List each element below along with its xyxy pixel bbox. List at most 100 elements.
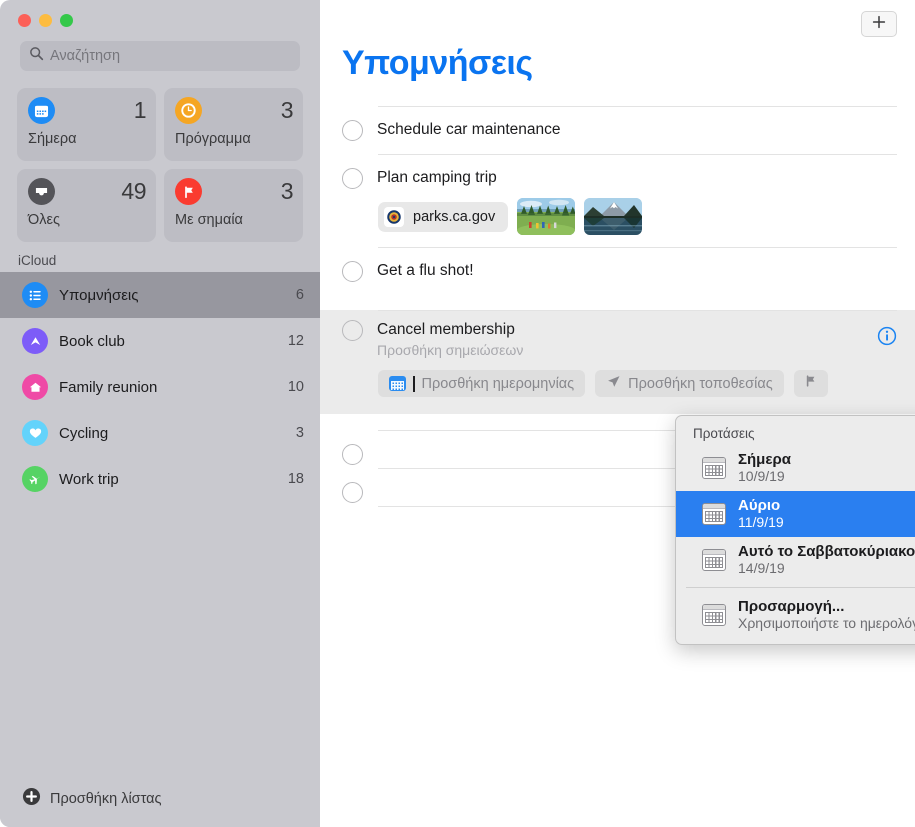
selected-reminder-row[interactable]: Cancel membership Προσθήκη σημειώσεων Πρ… xyxy=(320,310,915,414)
image-attachment-meadow[interactable] xyxy=(517,198,575,235)
date-suggestion-this-weekend[interactable]: Αυτό το Σαββατοκύριακο 14/9/19 xyxy=(676,537,915,583)
sidebar-item-label: Book club xyxy=(59,333,277,350)
detail-fields: Προσθήκη ημερομηνίας Προσθήκη τοποθεσίας xyxy=(378,370,828,397)
smart-lists-grid: 1 Σήμερα 3 Πρόγραμμα xyxy=(17,88,303,242)
section-header-icloud: iCloud xyxy=(0,242,320,272)
link-url: parks.ca.gov xyxy=(413,209,495,225)
add-location-placeholder: Προσθήκη τοποθεσίας xyxy=(628,376,773,392)
reminder-title: Plan camping trip xyxy=(377,167,497,188)
sidebar-item-family-reunion[interactable]: Family reunion 10 xyxy=(0,364,320,410)
window-controls xyxy=(0,0,320,34)
date-suggestion-tomorrow[interactable]: Αύριο 11/9/19 xyxy=(676,491,915,537)
divider xyxy=(686,587,915,588)
minimize-button[interactable] xyxy=(39,14,52,27)
custom-description: Χρησιμοποιήστε το ημερολόγι... xyxy=(738,615,915,632)
sidebar-item-label: Cycling xyxy=(59,425,285,442)
home-icon xyxy=(22,374,48,400)
page-title: Υπομνήσεις xyxy=(342,44,533,83)
flag-icon xyxy=(804,374,818,393)
smart-list-count: 1 xyxy=(134,97,146,124)
info-circle-icon[interactable] xyxy=(877,326,897,346)
add-location-field[interactable]: Προσθήκη τοποθεσίας xyxy=(595,370,784,397)
popup-header: Προτάσεις xyxy=(676,421,915,445)
smart-list-all[interactable]: 49 Όλες xyxy=(17,169,156,242)
date-suggestion-today[interactable]: Σήμερα 10/9/19 xyxy=(676,445,915,491)
inbox-icon xyxy=(28,178,55,205)
calendar-icon xyxy=(28,97,55,124)
text-cursor xyxy=(413,376,415,392)
sidebar-item-label: Work trip xyxy=(59,471,277,488)
suggestion-label: Αύριο xyxy=(738,497,784,514)
reminder-checkbox[interactable] xyxy=(342,168,363,189)
sidebar-item-cycling[interactable]: Cycling 3 xyxy=(0,410,320,456)
smart-list-scheduled[interactable]: 3 Πρόγραμμα xyxy=(164,88,303,161)
add-list-button[interactable]: Προσθήκη λίστας xyxy=(0,771,320,827)
airplane-icon xyxy=(22,466,48,492)
flag-button[interactable] xyxy=(794,370,828,397)
reminder-title: Cancel membership xyxy=(377,319,523,340)
smart-list-count: 3 xyxy=(281,97,293,124)
reminder-row[interactable]: Get a flu shot! xyxy=(320,247,915,295)
sidebar-item-reminders[interactable]: Υπομνήσεις 6 xyxy=(0,272,320,318)
image-attachment-mountain-lake[interactable] xyxy=(584,198,642,235)
smart-list-today[interactable]: 1 Σήμερα xyxy=(17,88,156,161)
smart-list-flagged[interactable]: 3 Με σημαία xyxy=(164,169,303,242)
main-content: Υπομνήσεις Schedule car maintenance Plan… xyxy=(320,0,915,827)
reminder-checkbox[interactable] xyxy=(342,120,363,141)
divider xyxy=(378,247,897,248)
reminder-checkbox[interactable] xyxy=(342,482,363,503)
smart-list-label: Σήμερα xyxy=(28,131,146,147)
search-input[interactable]: Αναζήτηση xyxy=(20,41,300,71)
reminder-title: Get a flu shot! xyxy=(377,260,474,281)
date-suggestions-popup: Προτάσεις Σήμερα 10/9/19 Αύριο 11/9/19 Α xyxy=(675,415,915,645)
add-reminder-button[interactable] xyxy=(861,11,897,37)
flag-icon xyxy=(175,178,202,205)
calendar-icon xyxy=(702,549,726,571)
sidebar-item-count: 10 xyxy=(288,379,304,395)
search-placeholder: Αναζήτηση xyxy=(50,48,120,64)
sidebar-item-count: 18 xyxy=(288,471,304,487)
sidebar-item-work-trip[interactable]: Work trip 18 xyxy=(0,456,320,502)
calendar-icon xyxy=(702,457,726,479)
divider xyxy=(378,310,897,311)
reminder-checkbox[interactable] xyxy=(342,261,363,282)
suggestion-label: Αυτό το Σαββατοκύριακο xyxy=(738,543,915,560)
sidebar-item-book-club[interactable]: Book club 12 xyxy=(0,318,320,364)
date-suggestion-custom[interactable]: Προσαρμογή... Χρησιμοποιήστε το ημερολόγ… xyxy=(676,592,915,638)
reminder-row[interactable]: Schedule car maintenance xyxy=(320,106,915,154)
suggestion-label: Σήμερα xyxy=(738,451,791,468)
calendar-icon xyxy=(702,604,726,626)
sidebar-item-label: Υπομνήσεις xyxy=(59,287,285,304)
notes-placeholder[interactable]: Προσθήκη σημειώσεων xyxy=(377,342,523,358)
sidebar-item-count: 3 xyxy=(296,425,304,441)
reminders-window: Αναζήτηση xyxy=(0,0,915,827)
heart-icon xyxy=(22,420,48,446)
reminder-title: Schedule car maintenance xyxy=(377,119,561,140)
reminder-list: Schedule car maintenance Plan camping tr… xyxy=(320,106,915,295)
search-icon xyxy=(29,46,44,66)
suggestion-date: 10/9/19 xyxy=(738,468,791,485)
list-icon xyxy=(22,282,48,308)
sidebar-item-label: Family reunion xyxy=(59,379,277,396)
divider xyxy=(378,106,897,107)
smart-list-label: Πρόγραμμα xyxy=(175,131,293,147)
sidebar-item-count: 12 xyxy=(288,333,304,349)
close-button[interactable] xyxy=(18,14,31,27)
add-date-field[interactable]: Προσθήκη ημερομηνίας xyxy=(378,370,585,397)
add-list-label: Προσθήκη λίστας xyxy=(50,791,162,807)
reminder-checkbox[interactable] xyxy=(342,444,363,465)
custom-label: Προσαρμογή... xyxy=(738,598,915,615)
zoom-button[interactable] xyxy=(60,14,73,27)
smart-list-count: 3 xyxy=(281,178,293,205)
calendar-icon xyxy=(702,503,726,525)
location-arrow-icon xyxy=(606,374,621,393)
divider xyxy=(378,154,897,155)
chevron-up-icon xyxy=(22,328,48,354)
link-attachment[interactable]: parks.ca.gov xyxy=(378,202,508,232)
suggestion-date: 14/9/19 xyxy=(738,560,915,577)
plus-circle-icon xyxy=(22,787,41,811)
smart-list-label: Με σημαία xyxy=(175,212,293,228)
reminder-row[interactable]: Plan camping trip parks.ca.gov xyxy=(320,154,915,247)
reminder-checkbox[interactable] xyxy=(342,320,363,341)
list-collection: Υπομνήσεις 6 Book club 12 Family xyxy=(0,272,320,771)
